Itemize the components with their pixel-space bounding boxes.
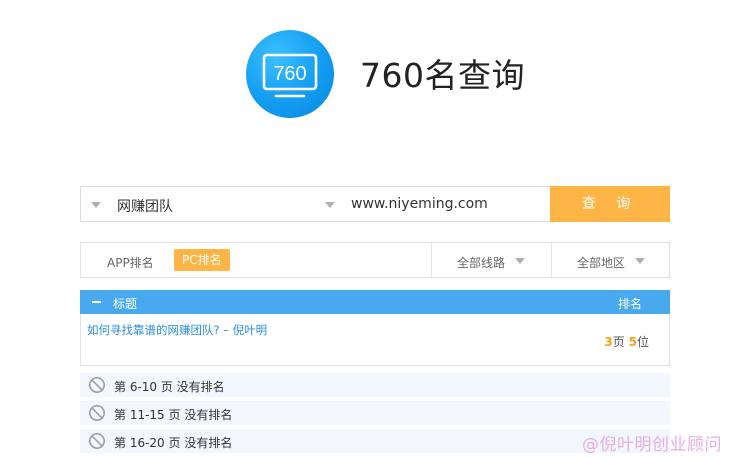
tab-app-rank[interactable]: APP排名	[107, 254, 154, 271]
rank-position-unit: 位	[636, 335, 649, 349]
divider	[551, 243, 552, 277]
table-row: 如何寻找靠谱的网赚团队? – 倪叶明 3页 5位	[80, 314, 670, 366]
rank-page-number: 3	[604, 335, 613, 349]
region-dropdown-arrow-icon[interactable]	[635, 258, 645, 264]
watermark: @倪叶明创业顾问	[582, 435, 722, 455]
column-rank: 排名	[617, 297, 642, 311]
no-rank-text: 第 11-15 页 没有排名	[114, 408, 233, 422]
ban-icon	[89, 405, 105, 421]
ban-icon	[89, 433, 105, 449]
query-button[interactable]: 查 询	[550, 186, 670, 222]
divider	[431, 243, 432, 277]
url-input[interactable]: www.niyeming.com	[351, 196, 488, 212]
region-select[interactable]: 全部地区	[577, 254, 625, 271]
search-bar: 网赚团队 www.niyeming.com 查 询	[80, 186, 670, 222]
logo-text: 760	[273, 63, 306, 85]
collapse-icon[interactable]	[92, 301, 101, 303]
no-rank-row: 第 11-15 页 没有排名	[80, 401, 670, 425]
app-logo: 760	[246, 30, 334, 118]
no-rank-text: 第 16-20 页 没有排名	[114, 436, 233, 450]
column-title: 标题	[113, 297, 138, 311]
results-table-header: 标题 排名	[80, 290, 670, 314]
url-dropdown-arrow-icon[interactable]	[325, 202, 335, 208]
keyword-dropdown-arrow-icon[interactable]	[91, 202, 101, 208]
rank-position-number: 5	[628, 335, 637, 349]
rank-page-unit: 页	[612, 335, 625, 349]
page-title: 760名查询	[360, 56, 525, 95]
monitor-icon: 760	[262, 53, 318, 98]
tab-pc-rank[interactable]: PC排名	[174, 249, 230, 271]
line-select[interactable]: 全部线路	[457, 254, 505, 271]
no-rank-text: 第 6-10 页 没有排名	[114, 380, 225, 394]
ban-icon	[89, 377, 105, 393]
rank-value: 3页 5位	[604, 333, 649, 350]
keyword-input[interactable]: 网赚团队	[117, 196, 173, 216]
no-rank-row: 第 6-10 页 没有排名	[80, 373, 670, 397]
result-title-link[interactable]: 如何寻找靠谱的网赚团队? – 倪叶明	[87, 322, 267, 338]
line-dropdown-arrow-icon[interactable]	[515, 258, 525, 264]
filter-bar: APP排名 PC排名 全部线路 全部地区	[80, 242, 670, 278]
